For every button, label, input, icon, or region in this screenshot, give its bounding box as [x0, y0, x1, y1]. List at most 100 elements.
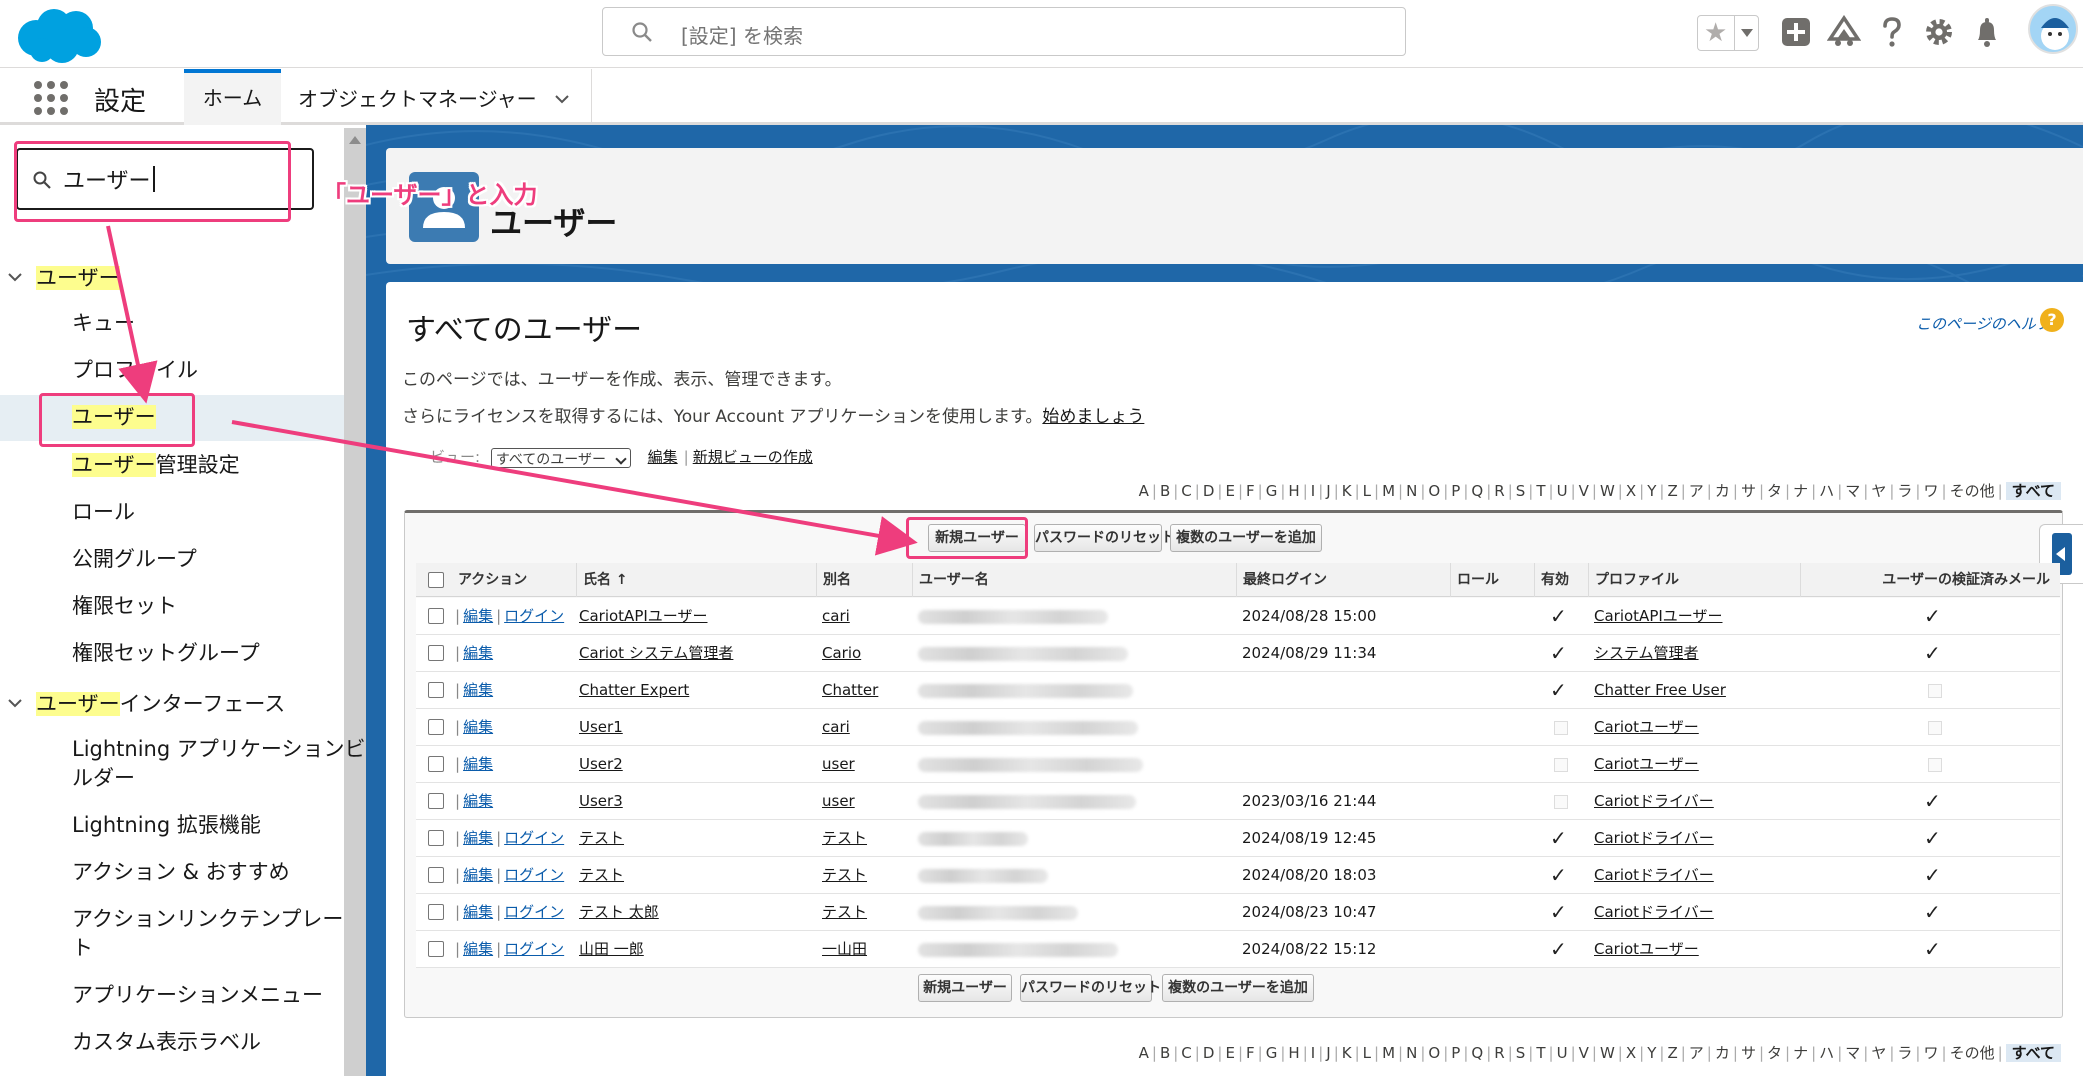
alpha-bottom-letter[interactable]: N: [1406, 1044, 1417, 1062]
sidebar-item-public-groups[interactable]: 公開グループ: [72, 545, 197, 574]
help-icon[interactable]: ?: [2040, 308, 2064, 332]
edit-link[interactable]: 編集: [463, 903, 493, 921]
help-icon[interactable]: [1875, 15, 1909, 49]
alpha-bottom-letter[interactable]: I: [1311, 1044, 1315, 1062]
alpha-bottom-letter[interactable]: ハ: [1819, 1044, 1834, 1062]
login-link[interactable]: ログイン: [504, 903, 564, 921]
col-username[interactable]: ユーザー名: [912, 563, 989, 597]
sidebar-item-roles[interactable]: ロール: [72, 498, 135, 527]
edit-link[interactable]: 編集: [463, 681, 493, 699]
alias-link[interactable]: Chatter: [822, 681, 878, 699]
alpha-top-letter[interactable]: カ: [1715, 482, 1730, 500]
alpha-bottom-letter[interactable]: T: [1536, 1044, 1545, 1062]
alias-link[interactable]: Cario: [822, 644, 861, 662]
alias-link[interactable]: cari: [822, 607, 850, 625]
alpha-top-letter[interactable]: O: [1428, 482, 1440, 500]
favorites-star-icon[interactable]: ★: [1704, 18, 1727, 48]
user-name-link[interactable]: User3: [579, 792, 623, 810]
alpha-top-letter[interactable]: ヤ: [1871, 482, 1886, 500]
alpha-top-letter[interactable]: S: [1516, 482, 1526, 500]
alpha-top-letter[interactable]: Z: [1667, 482, 1677, 500]
col-name[interactable]: 氏名 ↑: [576, 563, 628, 597]
edit-link[interactable]: 編集: [463, 829, 493, 847]
alpha-bottom-letter[interactable]: O: [1428, 1044, 1440, 1062]
chevron-down-icon[interactable]: [6, 268, 24, 286]
alpha-top-letter[interactable]: K: [1342, 482, 1352, 500]
row-checkbox[interactable]: [428, 867, 444, 883]
tab-object-manager[interactable]: オブジェクトマネージャー: [298, 83, 537, 112]
scroll-up-icon[interactable]: [349, 136, 361, 144]
col-alias[interactable]: 別名: [816, 563, 851, 597]
reset-password-button[interactable]: パスワードのリセット: [1034, 524, 1175, 552]
row-checkbox[interactable]: [428, 904, 444, 920]
alpha-bottom-letter[interactable]: すべて: [2005, 1044, 2061, 1062]
alpha-top-letter[interactable]: U: [1557, 482, 1568, 500]
row-checkbox[interactable]: [428, 793, 444, 809]
sidebar-item-custom-labels[interactable]: カスタム表示ラベル: [72, 1028, 261, 1057]
edit-link[interactable]: 編集: [463, 607, 493, 625]
login-link[interactable]: ログイン: [504, 829, 564, 847]
alpha-bottom-letter[interactable]: カ: [1715, 1044, 1730, 1062]
profile-link[interactable]: システム管理者: [1594, 644, 1699, 662]
global-search-box[interactable]: [設定] を検索: [602, 7, 1406, 56]
add-icon[interactable]: [1779, 15, 1813, 49]
alpha-bottom-letter[interactable]: Q: [1471, 1044, 1483, 1062]
col-last-login[interactable]: 最終ログイン: [1236, 563, 1327, 597]
profile-link[interactable]: Chatter Free User: [1594, 681, 1726, 699]
user-name-link[interactable]: Chatter Expert: [579, 681, 689, 699]
view-edit-link[interactable]: 編集: [648, 448, 678, 466]
alias-link[interactable]: 一山田: [822, 940, 867, 958]
alpha-top-letter[interactable]: ハ: [1819, 482, 1834, 500]
alpha-bottom-letter[interactable]: G: [1266, 1044, 1278, 1062]
get-started-link[interactable]: 始めましょう: [1042, 407, 1144, 427]
notification-bell-icon[interactable]: [1970, 15, 2004, 49]
reset-password-button-bottom[interactable]: パスワードのリセット: [1020, 974, 1161, 1002]
col-profile[interactable]: プロファイル: [1588, 563, 1679, 597]
alpha-bottom-letter[interactable]: R: [1494, 1044, 1504, 1062]
row-checkbox[interactable]: [428, 756, 444, 772]
alpha-bottom-letter[interactable]: サ: [1741, 1044, 1756, 1062]
chevron-down-icon[interactable]: [6, 694, 24, 712]
favorites-dropdown-icon[interactable]: [1734, 16, 1759, 50]
alpha-bottom-letter[interactable]: マ: [1845, 1044, 1860, 1062]
profile-link[interactable]: CariotAPIユーザー: [1594, 607, 1723, 625]
trailhead-icon[interactable]: [1827, 15, 1861, 49]
app-launcher-icon[interactable]: [34, 81, 68, 115]
add-multiple-users-button-bottom[interactable]: 複数のユーザーを追加: [1162, 974, 1314, 1002]
alpha-bottom-letter[interactable]: Y: [1647, 1044, 1656, 1062]
alpha-top-letter[interactable]: A: [1139, 482, 1149, 500]
profile-link[interactable]: Cariotドライバー: [1594, 792, 1714, 810]
new-user-button-bottom[interactable]: 新規ユーザー: [918, 974, 1012, 1002]
sidebar-item-actions-recommendations[interactable]: アクション & おすすめ: [72, 858, 290, 887]
alpha-top-letter[interactable]: X: [1626, 482, 1636, 500]
alpha-bottom-letter[interactable]: U: [1557, 1044, 1568, 1062]
new-view-link[interactable]: 新規ビューの作成: [693, 448, 813, 466]
row-checkbox[interactable]: [428, 719, 444, 735]
alpha-top-letter[interactable]: T: [1536, 482, 1545, 500]
login-link[interactable]: ログイン: [504, 607, 564, 625]
row-checkbox[interactable]: [428, 682, 444, 698]
alpha-bottom-letter[interactable]: ナ: [1793, 1044, 1808, 1062]
alpha-bottom-letter[interactable]: ヤ: [1871, 1044, 1886, 1062]
alpha-bottom-letter[interactable]: H: [1288, 1044, 1299, 1062]
alpha-bottom-letter[interactable]: L: [1363, 1044, 1371, 1062]
user-name-link[interactable]: テスト: [579, 829, 624, 847]
edit-link[interactable]: 編集: [463, 866, 493, 884]
alpha-top-letter[interactable]: H: [1288, 482, 1299, 500]
chevron-down-icon[interactable]: [554, 91, 570, 107]
alpha-top-letter[interactable]: その他: [1950, 482, 1995, 500]
alpha-bottom-letter[interactable]: タ: [1767, 1044, 1782, 1062]
sidebar-item-queues[interactable]: キュー: [72, 309, 135, 338]
alpha-bottom-letter[interactable]: J: [1326, 1044, 1330, 1062]
login-link[interactable]: ログイン: [504, 866, 564, 884]
alpha-top-letter[interactable]: B: [1160, 482, 1170, 500]
alpha-top-letter[interactable]: ラ: [1897, 482, 1912, 500]
alpha-top-letter[interactable]: M: [1382, 482, 1395, 500]
col-role[interactable]: ロール: [1450, 563, 1499, 597]
row-checkbox[interactable]: [428, 645, 444, 661]
alias-link[interactable]: テスト: [822, 829, 867, 847]
alias-link[interactable]: user: [822, 792, 855, 810]
help-link[interactable]: このページのヘルプ: [1916, 313, 2051, 334]
alpha-bottom-letter[interactable]: ア: [1689, 1044, 1704, 1062]
row-checkbox[interactable]: [428, 941, 444, 957]
